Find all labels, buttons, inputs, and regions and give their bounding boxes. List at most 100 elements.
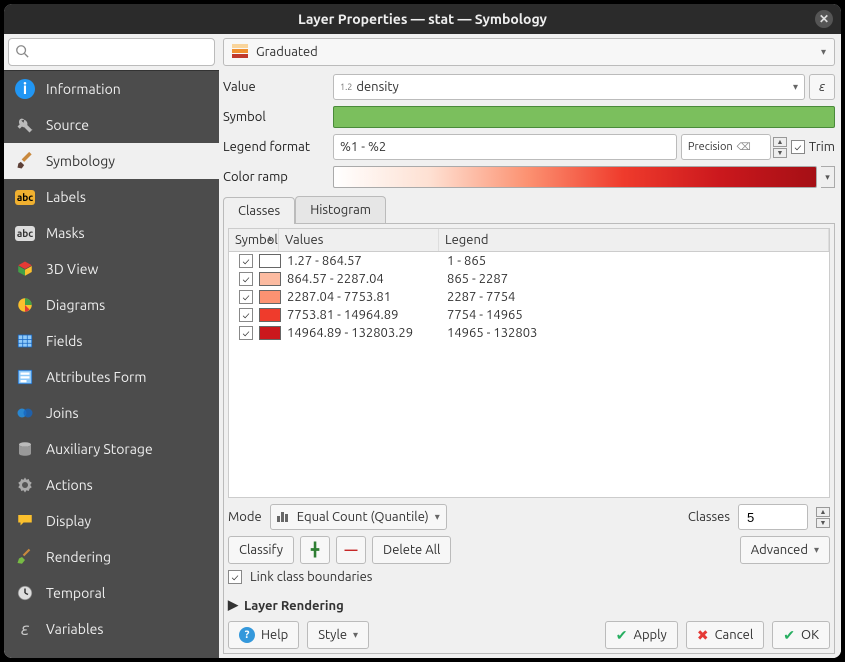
row-values[interactable]: 14964.89 - 132803.29 [283, 325, 443, 341]
nav-display[interactable]: Display [4, 503, 219, 539]
symbol-preview[interactable] [333, 106, 835, 128]
add-class-button[interactable]: ╋ [300, 536, 330, 564]
precision-select[interactable]: Precision ⌫ [681, 134, 771, 160]
row-swatch[interactable] [259, 290, 281, 304]
col-symbol[interactable]: Symbol ▲ [229, 229, 279, 251]
table-row[interactable]: ✓ 1.27 - 864.571 - 865 [229, 252, 829, 270]
spinner-up-icon[interactable]: ▲ [816, 507, 830, 517]
trim-checkbox[interactable]: ✓ [791, 140, 805, 154]
row-values[interactable]: 2287.04 - 7753.81 [283, 289, 443, 305]
value-field-name: density [356, 80, 398, 94]
legend-format-input[interactable]: %1 - %2 [333, 134, 677, 160]
close-icon[interactable]: ✕ [815, 10, 833, 28]
row-legend[interactable]: 2287 - 7754 [443, 289, 823, 305]
nav-fields[interactable]: Fields [4, 323, 219, 359]
search-icon [15, 44, 29, 61]
row-checkbox[interactable]: ✓ [239, 254, 253, 268]
wrench-icon [14, 114, 36, 136]
row-values[interactable]: 7753.81 - 14964.89 [283, 307, 443, 323]
database-icon [14, 438, 36, 460]
color-ramp-select[interactable] [333, 166, 817, 188]
nav-actions[interactable]: Actions [4, 467, 219, 503]
search-input[interactable] [8, 38, 215, 66]
tabs: Classes Histogram [223, 196, 835, 224]
row-legend[interactable]: 7754 - 14965 [443, 307, 823, 323]
classes-count-label: Classes [688, 510, 730, 524]
spinner-up-icon[interactable]: ▲ [773, 137, 787, 147]
clear-icon[interactable]: ⌫ [737, 141, 751, 153]
plus-icon: ╋ [311, 543, 319, 558]
value-field-select[interactable]: 1.2 density ▾ [333, 74, 805, 100]
main-panel: Graduated ▾ Value 1.2 density ▾ ε Symbol [219, 34, 841, 658]
nav-labels[interactable]: abc Labels [4, 179, 219, 215]
table-row[interactable]: ✓ 14964.89 - 132803.2914965 - 132803 [229, 324, 829, 342]
row-checkbox[interactable]: ✓ [239, 326, 253, 340]
remove-class-button[interactable]: — [336, 536, 366, 564]
classify-button[interactable]: Classify [228, 536, 294, 564]
nav-joins[interactable]: Joins [4, 395, 219, 431]
titlebar: Layer Properties — stat — Symbology ✕ [4, 4, 841, 34]
row-legend[interactable]: 14965 - 132803 [443, 325, 823, 341]
symbol-label: Symbol [223, 110, 333, 124]
tooltip-icon [14, 510, 36, 532]
link-boundaries-checkbox[interactable]: ✓ [228, 570, 242, 584]
nav-auxiliary[interactable]: Auxiliary Storage [4, 431, 219, 467]
expand-icon: ▶ [228, 598, 238, 613]
nav-symbology[interactable]: Symbology [4, 143, 219, 179]
classes-value[interactable] [745, 509, 791, 526]
advanced-button[interactable]: Advanced ▾ [740, 536, 830, 564]
tab-histogram[interactable]: Histogram [295, 196, 386, 223]
renderer-select[interactable]: Graduated ▾ [223, 38, 835, 66]
mode-value: Equal Count (Quantile) [297, 510, 429, 524]
precision-spinner[interactable]: ▲ ▼ [773, 137, 787, 158]
table-icon [14, 330, 36, 352]
row-checkbox[interactable]: ✓ [239, 272, 253, 286]
classes-table[interactable]: Symbol ▲ Values Legend ✓ 1.27 - 864.571 -… [228, 228, 830, 498]
row-legend[interactable]: 865 - 2287 [443, 271, 823, 287]
row-checkbox[interactable]: ✓ [239, 290, 253, 304]
row-checkbox[interactable]: ✓ [239, 308, 253, 322]
spinner-down-icon[interactable]: ▼ [816, 518, 830, 528]
nav-source[interactable]: Source [4, 107, 219, 143]
delete-all-button[interactable]: Delete All [372, 536, 451, 564]
cancel-button[interactable]: ✖ Cancel [686, 621, 764, 649]
row-swatch[interactable] [259, 254, 281, 268]
nav-variables[interactable]: ε Variables [4, 611, 219, 647]
classes-spinner[interactable]: ▲ ▼ [816, 507, 830, 528]
table-row[interactable]: ✓ 2287.04 - 7753.812287 - 7754 [229, 288, 829, 306]
row-swatch[interactable] [259, 326, 281, 340]
histogram-icon [277, 510, 291, 525]
nav-masks[interactable]: abc Masks [4, 215, 219, 251]
nav-3dview[interactable]: 3D View [4, 251, 219, 287]
row-swatch[interactable] [259, 308, 281, 322]
mode-select[interactable]: Equal Count (Quantile) ▾ [270, 504, 447, 530]
style-button[interactable]: Style ▾ [307, 621, 369, 649]
spinner-down-icon[interactable]: ▼ [773, 148, 787, 158]
link-boundaries-label: Link class boundaries [250, 570, 372, 584]
layer-rendering-group[interactable]: ▶ Layer Rendering [228, 598, 830, 613]
table-row[interactable]: ✓ 7753.81 - 14964.897754 - 14965 [229, 306, 829, 324]
nav-diagrams[interactable]: Diagrams [4, 287, 219, 323]
apply-button[interactable]: ✔ Apply [605, 621, 678, 649]
nav-label: Symbology [46, 153, 115, 169]
nav-information[interactable]: i Information [4, 71, 219, 107]
classes-count-input[interactable] [738, 504, 808, 530]
nav-attributes-form[interactable]: Attributes Form [4, 359, 219, 395]
col-values[interactable]: Values [279, 229, 439, 251]
ok-button[interactable]: ✔ OK [772, 621, 830, 649]
row-swatch[interactable] [259, 272, 281, 286]
row-values[interactable]: 864.57 - 2287.04 [283, 271, 443, 287]
nav-rendering[interactable]: Rendering [4, 539, 219, 575]
table-row[interactable]: ✓ 864.57 - 2287.04865 - 2287 [229, 270, 829, 288]
row-legend[interactable]: 1 - 865 [443, 253, 823, 269]
window-title: Layer Properties — stat — Symbology [298, 11, 547, 27]
col-legend[interactable]: Legend [439, 229, 829, 251]
tab-classes[interactable]: Classes [223, 197, 295, 224]
expression-button[interactable]: ε [809, 74, 835, 100]
nav-label: Display [46, 513, 91, 529]
nav-temporal[interactable]: Temporal [4, 575, 219, 611]
help-button[interactable]: ? Help [228, 621, 299, 649]
color-ramp-menu[interactable]: ▾ [821, 166, 835, 188]
row-values[interactable]: 1.27 - 864.57 [283, 253, 443, 269]
layer-rendering-label: Layer Rendering [244, 599, 344, 613]
